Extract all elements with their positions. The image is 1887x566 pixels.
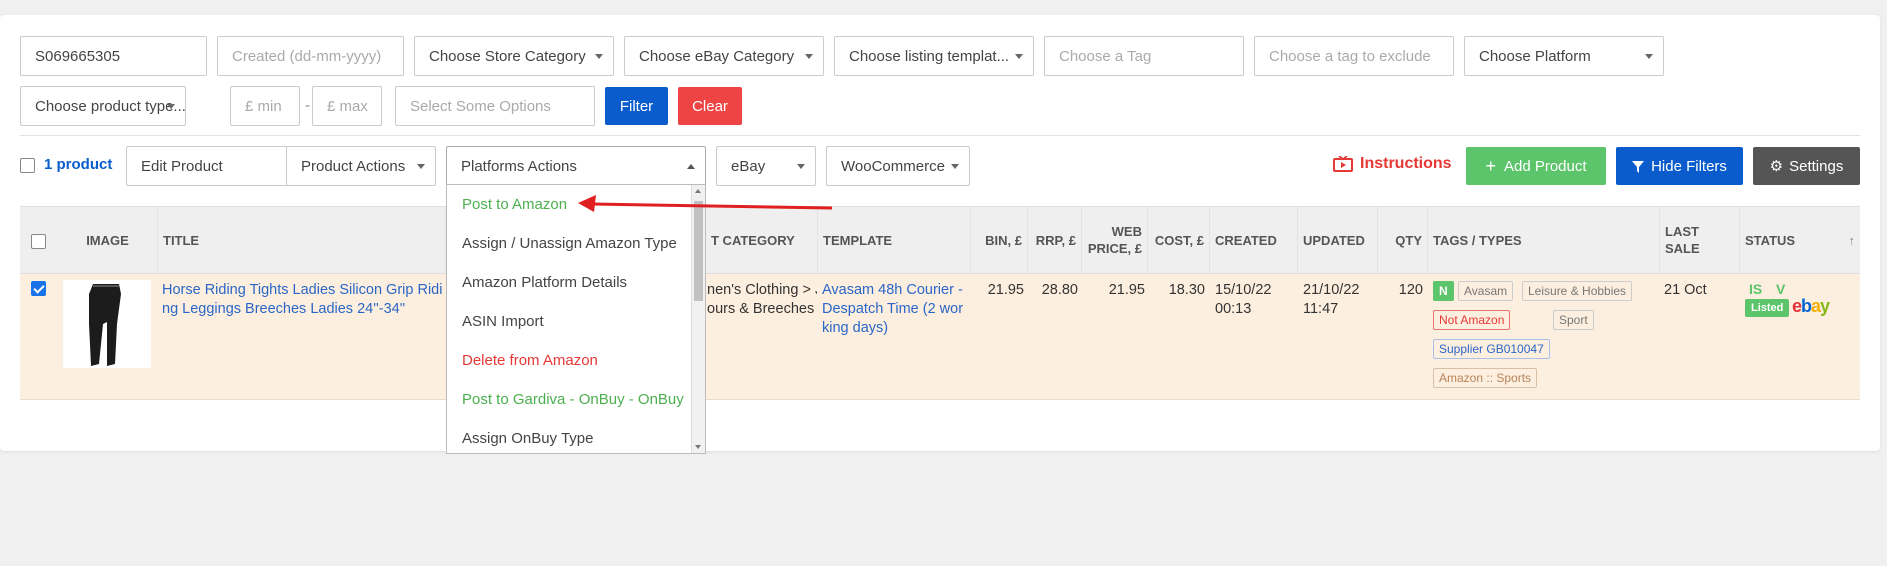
clear-button[interactable]: Clear xyxy=(678,87,742,125)
menu-item-assign-onbuy-type[interactable]: Assign OnBuy Type xyxy=(447,419,691,453)
status-is: IS xyxy=(1749,281,1763,297)
edit-product-select[interactable]: Edit Product xyxy=(126,146,310,186)
rrp-cell: 28.80 xyxy=(1041,282,1078,298)
options-multiselect[interactable]: Select Some Options xyxy=(395,86,595,126)
gear-icon: ⚙ xyxy=(1769,158,1784,175)
menu-item-delete-from-amazon[interactable]: Delete from Amazon xyxy=(447,341,691,380)
menu-item-assign-amazon-type[interactable]: Assign / Unassign Amazon Type xyxy=(447,224,691,263)
platforms-actions-select[interactable]: Platforms Actions xyxy=(446,146,706,186)
menu-item-amazon-platform-details[interactable]: Amazon Platform Details xyxy=(447,263,691,302)
header-checkbox[interactable] xyxy=(31,234,46,249)
platform-select[interactable]: Choose Platform xyxy=(1464,36,1664,76)
sort-up-icon: ↑ xyxy=(1848,232,1856,248)
header-qty[interactable]: QTY xyxy=(1378,207,1428,273)
ebay-category-select[interactable]: Choose eBay Category xyxy=(624,36,824,76)
tag-avasam[interactable]: Avasam xyxy=(1458,281,1514,301)
header-status[interactable]: STATUS ↑ xyxy=(1740,207,1860,273)
range-separator: - xyxy=(305,97,310,114)
row-checkbox[interactable] xyxy=(31,281,46,296)
header-created[interactable]: CREATED xyxy=(1210,207,1298,273)
header-template[interactable]: TEMPLATE xyxy=(818,207,971,273)
template-link[interactable]: Avasam 48h Courier - Despatch Time (2 wor… xyxy=(822,281,963,338)
tag-supplier[interactable]: Supplier GB010047 xyxy=(1433,339,1550,359)
min-price-input[interactable]: £ min xyxy=(230,86,300,126)
add-product-button[interactable]: + Add Product xyxy=(1466,147,1606,185)
header-tags: TAGS / TYPES xyxy=(1428,207,1660,273)
cost-cell: 18.30 xyxy=(1168,282,1205,298)
updated-cell: 21/10/22 11:47 xyxy=(1303,282,1360,317)
divider xyxy=(20,135,1860,136)
tag-not-amazon[interactable]: Not Amazon xyxy=(1433,310,1511,330)
header-bin[interactable]: BIN, £ xyxy=(971,207,1028,273)
tag-n: N xyxy=(1433,281,1454,301)
product-type-select[interactable]: Choose product type... xyxy=(20,86,186,126)
exclude-tag-input[interactable]: Choose a tag to exclude xyxy=(1254,36,1454,76)
settings-button[interactable]: ⚙ Settings xyxy=(1753,147,1860,185)
qty-cell: 120 xyxy=(1398,282,1423,298)
created-cell: 15/10/22 00:13 xyxy=(1215,282,1272,317)
category-cell: nen's Clothing > Jours & Breeches xyxy=(707,282,817,317)
ebay-select[interactable]: eBay xyxy=(716,146,816,186)
woocommerce-select[interactable]: WooCommerce xyxy=(826,146,970,186)
store-category-select[interactable]: Choose Store Category xyxy=(414,36,614,76)
tag-input[interactable]: Choose a Tag xyxy=(1044,36,1244,76)
red-arrow xyxy=(578,195,833,212)
instructions-link[interactable]: Instructions xyxy=(1333,155,1452,173)
tag-amazon-sports[interactable]: Amazon :: Sports xyxy=(1433,368,1538,388)
sku-input[interactable]: S069665305 xyxy=(20,36,207,76)
status-v: V xyxy=(1776,281,1786,297)
product-thumbnail[interactable] xyxy=(63,280,151,368)
menu-item-post-to-gardiva[interactable]: Post to Gardiva - OnBuy - OnBuy xyxy=(447,380,691,419)
hide-filters-button[interactable]: Hide Filters xyxy=(1616,147,1743,185)
menu-item-asin-import[interactable]: ASIN Import xyxy=(447,302,691,341)
status-listed-badge: Listed xyxy=(1745,299,1790,317)
leggings-image xyxy=(89,284,121,366)
product-actions-select[interactable]: Product Actions xyxy=(286,146,436,186)
max-price-input[interactable]: £ max xyxy=(312,86,382,126)
product-title-link[interactable]: Horse Riding Tights Ladies Silicon Grip … xyxy=(162,281,442,319)
listing-template-select[interactable]: Choose listing templat... xyxy=(834,36,1034,76)
created-date-input[interactable]: Created (dd-mm-yyyy) xyxy=(217,36,404,76)
filter-icon xyxy=(1632,160,1645,173)
header-web-price[interactable]: WEB PRICE, £ xyxy=(1082,207,1148,273)
product-count: 1 product xyxy=(44,156,113,173)
chevron-up-icon xyxy=(687,164,695,169)
platforms-actions-menu: Post to Amazon Assign / Unassign Amazon … xyxy=(446,184,706,454)
tag-leisure[interactable]: Leisure & Hobbies xyxy=(1522,281,1633,301)
bin-cell: 21.95 xyxy=(987,282,1024,298)
tag-sport[interactable]: Sport xyxy=(1553,310,1594,330)
ebay-logo[interactable]: ebay xyxy=(1792,296,1830,317)
header-cost[interactable]: COST, £ xyxy=(1148,207,1210,273)
plus-icon: + xyxy=(1485,155,1496,176)
web-price-cell: 21.95 xyxy=(1108,282,1145,298)
last-sale-cell: 21 Oct xyxy=(1664,282,1707,298)
menu-scrollbar[interactable] xyxy=(691,185,705,453)
scroll-down-icon[interactable] xyxy=(695,445,701,449)
header-image: IMAGE xyxy=(58,207,158,273)
filter-button[interactable]: Filter xyxy=(605,87,668,125)
header-last-sale[interactable]: LAST SALE xyxy=(1660,207,1740,273)
header-rrp[interactable]: RRP, £ xyxy=(1028,207,1082,273)
header-title[interactable]: TITLE xyxy=(158,207,446,273)
header-updated[interactable]: UPDATED xyxy=(1298,207,1378,273)
tv-icon xyxy=(1333,155,1353,172)
select-all-checkbox[interactable] xyxy=(20,158,35,173)
